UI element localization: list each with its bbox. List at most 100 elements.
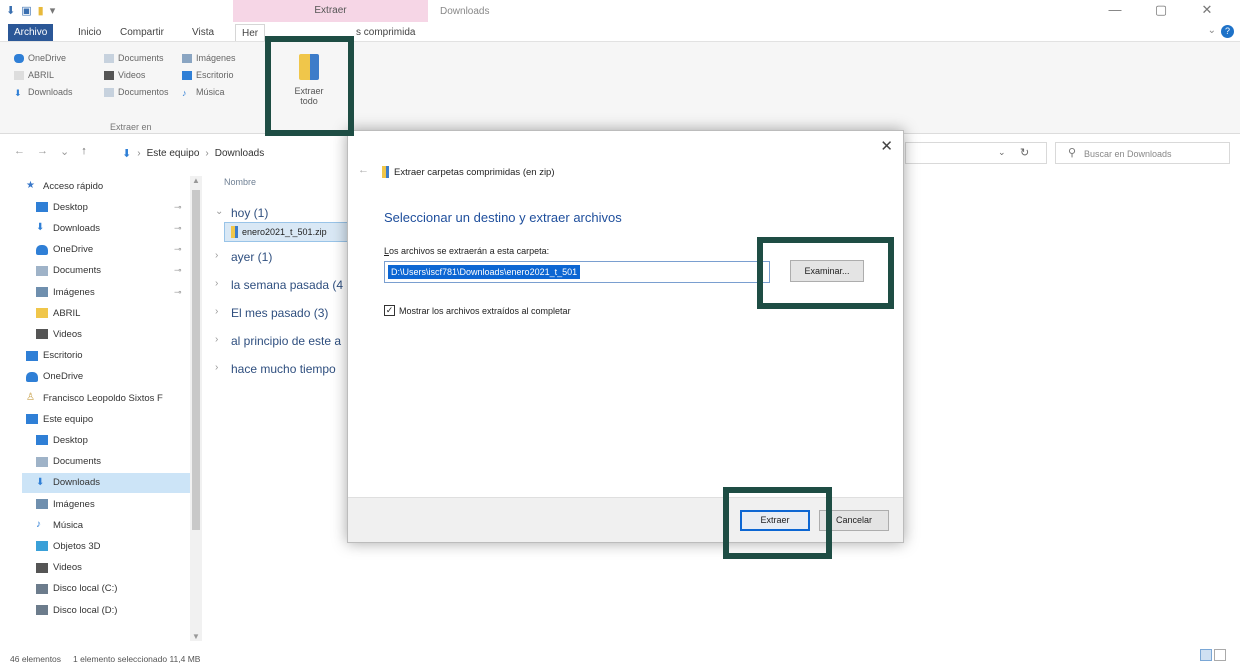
ribbon-dest-musica[interactable]: ♪ Música <box>182 86 236 98</box>
group-long-ago[interactable]: › hace mucho tiempo <box>215 362 336 376</box>
ribbon-dest-documents[interactable]: Documents <box>104 52 169 64</box>
cloud-icon <box>14 53 24 63</box>
videos-icon <box>36 562 48 573</box>
chevron-down-icon[interactable]: ⌄ <box>998 147 1006 158</box>
nav-item[interactable]: OneDrive <box>22 367 192 387</box>
nav-scrollbar[interactable]: ▲ ▼ <box>190 176 202 641</box>
nav-item[interactable]: ♪ Música <box>22 515 192 535</box>
up-arrow-icon[interactable]: ↑ <box>81 145 87 158</box>
help-icon[interactable]: ? <box>1221 25 1234 38</box>
column-header-name[interactable]: Nombre <box>224 177 256 187</box>
user-icon: ♙ <box>26 392 35 403</box>
nav-item[interactable]: Videos <box>22 558 192 578</box>
extract-dialog: ✕ ← Extraer carpetas comprimidas (en zip… <box>347 130 904 543</box>
group-start-of-year[interactable]: › al principio de este a <box>215 334 341 348</box>
nav-item[interactable]: ⬇ Downloads ⊸ <box>22 218 192 238</box>
search-input[interactable]: ⚲ Buscar en Downloads <box>1055 142 1230 164</box>
nav-item[interactable]: ★ Acceso rápido <box>22 176 192 196</box>
nav-item[interactable]: Disco local (C:) <box>22 579 192 599</box>
back-arrow-icon[interactable]: ← <box>358 164 369 176</box>
back-arrow-icon[interactable]: ← <box>14 145 25 158</box>
download-icon: ⬇ <box>122 148 132 160</box>
tab-compressed-tools[interactable]: Her <box>235 24 266 41</box>
drive-icon <box>36 583 48 594</box>
music-icon: ♪ <box>182 87 187 98</box>
group-yesterday[interactable]: › ayer (1) <box>215 250 272 264</box>
destination-path-field[interactable]: D:\Users\iscf781\Downloads\enero2021_t_5… <box>384 261 770 283</box>
group-label: El mes pasado (3) <box>231 306 329 320</box>
search-icon: ⚲ <box>1068 147 1077 159</box>
nav-item-label: Videos <box>53 562 82 574</box>
tab-home[interactable]: Inicio <box>72 24 107 41</box>
minimize-button[interactable]: — <box>1092 2 1138 18</box>
breadcrumb-item-this-pc[interactable]: Este equipo <box>147 148 200 159</box>
nav-item[interactable]: Videos <box>22 324 192 344</box>
breadcrumb-item-downloads[interactable]: Downloads <box>215 148 264 159</box>
ribbon-dest-videos[interactable]: Videos <box>104 69 169 81</box>
ribbon-dest-escritorio[interactable]: Escritorio <box>182 69 236 81</box>
nav-item[interactable]: Desktop <box>22 430 192 450</box>
nav-item[interactable]: Imágenes <box>22 494 192 514</box>
ribbon-dest-label: Documents <box>118 53 164 63</box>
pin-icon[interactable]: ⊸ <box>174 265 182 276</box>
folder-icon <box>36 308 48 319</box>
ribbon-dest-onedrive[interactable]: OneDrive <box>14 52 73 64</box>
large-icons-view-icon[interactable] <box>1214 649 1226 661</box>
properties-icon[interactable]: ▣ <box>21 4 31 17</box>
pin-icon[interactable]: ⊸ <box>174 287 182 298</box>
nav-item-label: Imágenes <box>53 286 95 298</box>
ribbon-dest-documentos[interactable]: Documentos <box>104 86 169 98</box>
nav-item[interactable]: Imágenes ⊸ <box>22 282 192 302</box>
drive-icon <box>36 605 48 615</box>
pin-icon[interactable]: ⊸ <box>174 223 182 234</box>
scroll-down-icon[interactable]: ▼ <box>192 632 200 641</box>
group-today[interactable]: ⌄ hoy (1) <box>215 206 268 220</box>
scrollbar-thumb[interactable] <box>192 190 200 530</box>
new-folder-icon[interactable]: ▮ <box>38 4 44 17</box>
file-row-selected[interactable]: enero2021_t_501.zip <box>224 222 352 242</box>
show-files-option[interactable]: ✓ Mostrar los archivos extraídos al comp… <box>384 305 571 316</box>
nav-item[interactable]: Este equipo <box>22 409 192 429</box>
breadcrumb[interactable]: ⬇ › Este equipo › Downloads <box>122 147 264 160</box>
group-last-week[interactable]: › la semana pasada (4 <box>215 278 343 292</box>
close-window-button[interactable]: ✕ <box>1184 2 1230 18</box>
nav-item[interactable]: Objetos 3D <box>22 536 192 556</box>
nav-item[interactable]: ⬇ Downloads <box>22 472 192 493</box>
ribbon-dest-abril[interactable]: ABRIL <box>14 69 73 81</box>
group-last-month[interactable]: › El mes pasado (3) <box>215 306 328 320</box>
forward-arrow-icon[interactable]: → <box>37 145 48 158</box>
maximize-button[interactable]: ▢ <box>1138 2 1184 18</box>
tab-share[interactable]: Compartir <box>114 24 170 41</box>
refresh-icon[interactable]: ↻ <box>1020 146 1029 159</box>
nav-item[interactable]: OneDrive ⊸ <box>22 240 192 260</box>
nav-item[interactable]: Desktop ⊸ <box>22 197 192 217</box>
show-files-checkbox[interactable]: ✓ <box>384 305 395 316</box>
details-view-icon[interactable] <box>1200 649 1212 661</box>
ribbon-dest-downloads[interactable]: ⬇ Downloads <box>14 86 73 98</box>
nav-item[interactable]: ABRIL <box>22 303 192 323</box>
recent-locations-icon[interactable]: ⌄ <box>60 145 69 158</box>
close-icon[interactable]: ✕ <box>880 137 893 155</box>
tab-file[interactable]: Archivo <box>8 24 54 41</box>
nav-item[interactable]: Documents <box>22 452 192 472</box>
download-icon[interactable]: ⬇ <box>6 4 15 17</box>
destination-path-value: D:\Users\iscf781\Downloads\enero2021_t_5… <box>388 265 581 279</box>
nav-item[interactable]: Documents ⊸ <box>22 261 192 281</box>
tab-view[interactable]: Vista <box>186 24 220 41</box>
chevron-down-icon[interactable]: ⌄ <box>1208 25 1216 36</box>
zip-folder-icon <box>382 166 389 178</box>
scroll-up-icon[interactable]: ▲ <box>192 176 200 185</box>
customize-toolbar-icon[interactable]: ▾ <box>50 4 56 17</box>
nav-item[interactable]: Disco local (D:) <box>22 600 192 620</box>
pin-icon[interactable]: ⊸ <box>174 202 182 213</box>
nav-item[interactable]: ♙ Francisco Leopoldo Sixtos F <box>22 388 192 408</box>
ribbon-dest-imagenes[interactable]: Imágenes <box>182 52 236 64</box>
dialog-header: Extraer carpetas comprimidas (en zip) <box>382 166 555 178</box>
pin-icon[interactable]: ⊸ <box>174 244 182 255</box>
nav-item-label: Disco local (C:) <box>53 583 118 595</box>
nav-item-label: Videos <box>53 328 82 340</box>
title-bar: ⬇ ▣ ▮ ▾ Extraer Downloads — ▢ ✕ <box>0 0 1240 22</box>
nav-item[interactable]: Escritorio <box>22 346 192 366</box>
view-toggle <box>1200 649 1230 662</box>
zip-folder-icon <box>231 226 238 238</box>
